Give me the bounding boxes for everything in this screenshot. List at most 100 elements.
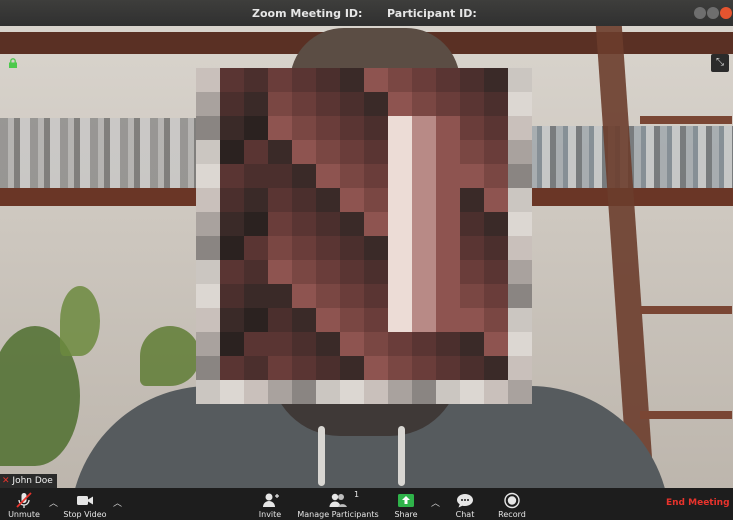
mosaic-tile	[460, 332, 484, 356]
mosaic-tile	[436, 140, 460, 164]
mosaic-tile	[364, 284, 388, 308]
mosaic-tile	[316, 188, 340, 212]
invite-icon	[263, 493, 279, 507]
mosaic-tile	[484, 164, 508, 188]
video-camera-icon	[77, 496, 93, 505]
mosaic-tile	[316, 332, 340, 356]
mosaic-tile	[436, 236, 460, 260]
mosaic-tile	[460, 356, 484, 380]
mosaic-tile	[220, 68, 244, 92]
mosaic-tile	[484, 356, 508, 380]
muted-mic-icon	[16, 492, 32, 508]
ladder-rung	[640, 306, 732, 314]
mosaic-tile	[436, 284, 460, 308]
mosaic-tile	[508, 308, 532, 332]
mosaic-tile	[508, 284, 532, 308]
books-left	[0, 118, 200, 188]
participant-id-label: Participant ID:	[387, 7, 477, 20]
mosaic-tile	[268, 212, 292, 236]
mosaic-tile	[292, 356, 316, 380]
share-screen-button[interactable]: Share	[390, 492, 422, 519]
maximize-button[interactable]	[707, 7, 719, 19]
mosaic-tile	[388, 68, 412, 92]
video-options-chevron-icon[interactable]: ︿	[113, 496, 122, 509]
mosaic-tile	[484, 380, 508, 404]
hoodie-cord	[398, 426, 405, 486]
mosaic-tile	[508, 260, 532, 284]
mosaic-tile	[388, 236, 412, 260]
mosaic-tile	[220, 308, 244, 332]
mosaic-tile	[508, 68, 532, 92]
audio-options-chevron-icon[interactable]: ︿	[49, 496, 58, 509]
mosaic-tile	[460, 92, 484, 116]
mosaic-tile	[268, 356, 292, 380]
chat-button[interactable]: Chat	[451, 492, 479, 519]
mosaic-tile	[484, 332, 508, 356]
mosaic-tile	[364, 380, 388, 404]
mosaic-tile	[196, 284, 220, 308]
lock-icon[interactable]	[8, 58, 18, 68]
mosaic-tile	[196, 116, 220, 140]
mosaic-tile	[412, 356, 436, 380]
plant-leaf	[60, 286, 100, 356]
mosaic-tile	[316, 356, 340, 380]
mosaic-tile	[292, 284, 316, 308]
share-options-chevron-icon[interactable]: ︿	[431, 496, 440, 509]
mosaic-tile	[292, 140, 316, 164]
fullscreen-button[interactable]: ⤡	[711, 54, 729, 72]
mosaic-tile	[292, 92, 316, 116]
mosaic-tile	[316, 92, 340, 116]
end-meeting-button[interactable]: End Meeting	[666, 498, 730, 508]
mosaic-tile	[364, 332, 388, 356]
window-titlebar: Zoom Meeting ID: Participant ID:	[0, 0, 733, 26]
mosaic-tile	[508, 164, 532, 188]
mosaic-tile	[268, 284, 292, 308]
mosaic-tile	[196, 380, 220, 404]
stop-video-button[interactable]: Stop Video	[62, 492, 108, 519]
hoodie-cord	[318, 426, 325, 486]
close-button[interactable]	[720, 7, 732, 19]
minimize-button[interactable]	[694, 7, 706, 19]
mosaic-tile	[340, 188, 364, 212]
mosaic-tile	[388, 188, 412, 212]
mosaic-tile	[268, 164, 292, 188]
mosaic-tile	[244, 236, 268, 260]
mosaic-tile	[196, 188, 220, 212]
mosaic-tile	[244, 356, 268, 380]
invite-button[interactable]: Invite	[256, 492, 284, 519]
mosaic-tile	[364, 236, 388, 260]
mosaic-tile	[436, 212, 460, 236]
fullscreen-icon: ⤡	[716, 57, 724, 68]
manage-participants-button[interactable]: Manage Participants	[296, 492, 380, 519]
mosaic-tile	[196, 260, 220, 284]
meeting-id-label: Zoom Meeting ID:	[252, 7, 363, 20]
mosaic-tile	[196, 68, 220, 92]
mosaic-tile	[292, 236, 316, 260]
mosaic-tile	[412, 68, 436, 92]
chat-label: Chat	[455, 510, 475, 519]
mosaic-tile	[340, 116, 364, 140]
mosaic-tile	[220, 284, 244, 308]
mosaic-tile	[484, 260, 508, 284]
mosaic-tile	[316, 116, 340, 140]
mosaic-tile	[196, 356, 220, 380]
mosaic-tile	[484, 284, 508, 308]
participant-name-badge: ✕ John Doe	[0, 474, 57, 488]
mosaic-tile	[388, 356, 412, 380]
muted-mic-small-icon: ✕	[2, 476, 10, 486]
mosaic-tile	[412, 188, 436, 212]
invite-label: Invite	[258, 510, 282, 519]
mosaic-tile	[484, 116, 508, 140]
mosaic-tile	[364, 188, 388, 212]
mosaic-tile	[292, 164, 316, 188]
mosaic-tile	[412, 236, 436, 260]
record-button[interactable]: Record	[496, 492, 528, 519]
participant-name: John Doe	[12, 476, 53, 486]
mosaic-tile	[196, 164, 220, 188]
mosaic-tile	[460, 212, 484, 236]
mosaic-tile	[484, 92, 508, 116]
mosaic-tile	[340, 164, 364, 188]
mosaic-tile	[388, 116, 412, 140]
mosaic-tile	[316, 380, 340, 404]
unmute-button[interactable]: Unmute	[6, 492, 42, 519]
